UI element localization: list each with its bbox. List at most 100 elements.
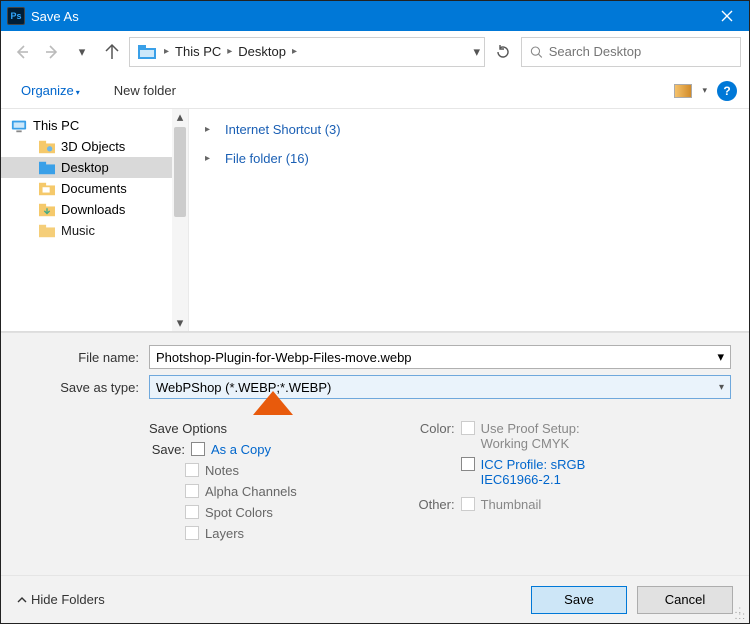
tree-scrollbar[interactable]: ▴ ▾ (172, 109, 188, 331)
arrow-right-icon (43, 43, 61, 61)
close-icon (721, 10, 733, 22)
icc-line2[interactable]: IEC61966-2.1 (481, 472, 586, 487)
chevron-down-icon: ▾ (76, 88, 80, 97)
asacopy-label[interactable]: As a Copy (211, 442, 271, 457)
filename-input[interactable]: Photshop-Plugin-for-Webp-Files-move.webp… (149, 345, 731, 369)
chevron-down-icon[interactable]: ▾ (719, 382, 724, 393)
nav-row: ▾ ▸ This PC ▸ Desktop ▸ ▾ (1, 31, 749, 73)
chevron-down-icon[interactable]: ▾ (473, 44, 480, 60)
back-button[interactable] (9, 39, 35, 65)
toolbar: Organize▾ New folder ▾ ? (1, 73, 749, 109)
proof-line2: Working CMYK (481, 436, 580, 451)
saveastype-value: WebPShop (*.WEBP;*.WEBP) (156, 380, 331, 395)
saveastype-combo[interactable]: WebPShop (*.WEBP;*.WEBP) ▾ (149, 375, 731, 399)
search-box[interactable] (521, 37, 741, 67)
filename-value: Photshop-Plugin-for-Webp-Files-move.webp (156, 350, 412, 365)
organize-label: Organize (21, 83, 74, 98)
close-button[interactable] (705, 1, 749, 31)
resize-grip-icon[interactable]: .:.:: (735, 608, 746, 620)
scroll-up-icon[interactable]: ▴ (172, 109, 188, 125)
tree-label: 3D Objects (61, 139, 125, 154)
tree-label: Downloads (61, 202, 125, 217)
saveastype-label: Save as type: (19, 380, 149, 395)
cancel-button[interactable]: Cancel (637, 586, 733, 614)
tree-label: This PC (33, 118, 79, 133)
tree-music[interactable]: Music (1, 220, 172, 241)
search-input[interactable] (549, 44, 732, 59)
footer: Hide Folders Save Cancel (1, 575, 749, 623)
spot-checkbox[interactable] (185, 505, 199, 519)
thumbnail-label: Thumbnail (481, 497, 542, 512)
group-file-folder[interactable]: ▸ File folder (16) (205, 148, 733, 169)
chevron-right-icon: ▸ (288, 46, 301, 57)
group-label: File folder (16) (225, 151, 309, 166)
tree-this-pc[interactable]: This PC (1, 115, 172, 136)
tree-desktop[interactable]: Desktop (1, 157, 172, 178)
alpha-checkbox[interactable] (185, 484, 199, 498)
icc-checkbox[interactable] (461, 457, 475, 471)
window-title: Save As (31, 9, 79, 24)
callout-arrow-icon (253, 391, 293, 415)
arrow-up-icon (103, 43, 121, 61)
chevron-right-icon: ▸ (160, 46, 173, 57)
nav-tree: This PC 3D Objects Desktop Documents Dow (1, 109, 189, 331)
spot-label: Spot Colors (205, 505, 273, 520)
new-folder-button[interactable]: New folder (106, 79, 184, 102)
chevron-right-icon: ▸ (205, 153, 217, 164)
crumb-this-pc[interactable]: This PC (173, 44, 223, 59)
scroll-down-icon[interactable]: ▾ (172, 315, 188, 331)
folder-icon (39, 161, 55, 175)
folder-icon (39, 140, 55, 154)
organize-menu[interactable]: Organize▾ (13, 79, 88, 102)
refresh-button[interactable] (489, 38, 517, 66)
chevron-up-icon (17, 595, 27, 605)
crumb-desktop[interactable]: Desktop (236, 44, 288, 59)
recent-dropdown[interactable]: ▾ (69, 39, 95, 65)
arrow-left-icon (13, 43, 31, 61)
forward-button[interactable] (39, 39, 65, 65)
save-button[interactable]: Save (531, 586, 627, 614)
group-label: Internet Shortcut (3) (225, 122, 341, 137)
search-icon (530, 45, 543, 59)
scroll-thumb[interactable] (174, 127, 186, 217)
layers-label: Layers (205, 526, 244, 541)
view-dropdown[interactable]: ▾ (702, 85, 707, 96)
icc-line1[interactable]: ICC Profile: sRGB (481, 457, 586, 472)
refresh-icon (495, 44, 511, 60)
layers-checkbox[interactable] (185, 526, 199, 540)
chevron-right-icon: ▸ (223, 46, 236, 57)
app-icon: Ps (7, 7, 25, 25)
alpha-label: Alpha Channels (205, 484, 297, 499)
monitor-icon (11, 119, 27, 133)
chevron-right-icon: ▸ (205, 124, 217, 135)
proof-checkbox[interactable] (461, 421, 475, 435)
view-options-icon[interactable] (674, 84, 692, 98)
folder-icon (138, 45, 156, 59)
hide-folders-button[interactable]: Hide Folders (17, 592, 105, 607)
folder-icon (39, 182, 55, 196)
tree-3d-objects[interactable]: 3D Objects (1, 136, 172, 157)
tree-downloads[interactable]: Downloads (1, 199, 172, 220)
content-pane: ▸ Internet Shortcut (3) ▸ File folder (1… (189, 109, 749, 331)
filename-label: File name: (19, 350, 149, 365)
tree-label: Music (61, 223, 95, 238)
folder-icon (39, 203, 55, 217)
folder-icon (39, 224, 55, 238)
thumbnail-checkbox[interactable] (461, 497, 475, 511)
notes-label: Notes (205, 463, 239, 478)
chevron-down-icon[interactable]: ▾ (717, 349, 724, 365)
hide-folders-label: Hide Folders (31, 592, 105, 607)
titlebar: Ps Save As (1, 1, 749, 31)
up-button[interactable] (99, 39, 125, 65)
breadcrumb-bar[interactable]: ▸ This PC ▸ Desktop ▸ ▾ (129, 37, 485, 67)
proof-line1: Use Proof Setup: (481, 421, 580, 436)
save-options-heading: Save Options (149, 421, 411, 436)
tree-label: Desktop (61, 160, 109, 175)
notes-checkbox[interactable] (185, 463, 199, 477)
help-button[interactable]: ? (717, 81, 737, 101)
asacopy-checkbox[interactable] (191, 442, 205, 456)
group-internet-shortcut[interactable]: ▸ Internet Shortcut (3) (205, 119, 733, 140)
tree-documents[interactable]: Documents (1, 178, 172, 199)
other-label: Other: (411, 497, 455, 512)
save-form: File name: Photshop-Plugin-for-Webp-File… (1, 332, 749, 575)
